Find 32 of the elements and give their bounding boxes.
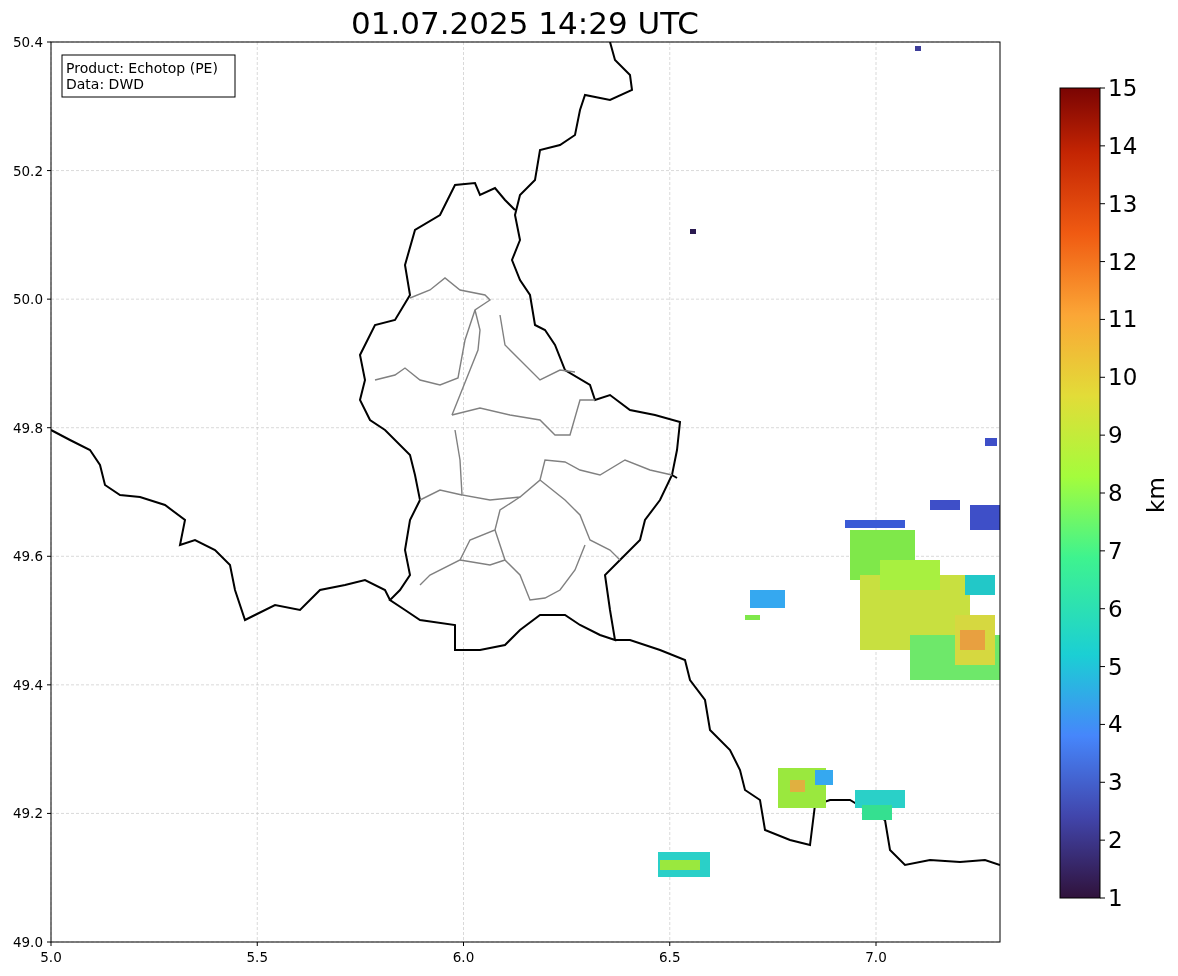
x-tick-label: 6.5 — [659, 949, 681, 965]
y-tick-label: 50.4 — [12, 34, 43, 50]
y-tick-label: 50.2 — [12, 162, 43, 179]
colorbar-tick-label: 11 — [1108, 306, 1138, 333]
x-tick-label: 6.0 — [452, 949, 475, 965]
info-text: Data: DWD — [66, 76, 144, 92]
colorbar-tick-label: 7 — [1108, 537, 1123, 564]
colorbar-tick-label: 3 — [1108, 769, 1123, 796]
chart-title: 01.07.2025 14:29 UTC — [351, 5, 699, 41]
info-text: Product: Echotop (PE) — [66, 60, 218, 76]
x-tick-label: 5.5 — [246, 949, 268, 965]
y-tick-label: 49.8 — [12, 419, 43, 436]
colorbar-tick-label: 6 — [1108, 595, 1123, 622]
y-tick-label: 49.4 — [12, 676, 43, 693]
colorbar-tick-label: 15 — [1108, 75, 1138, 101]
colorbar-tick-label: 2 — [1108, 827, 1123, 854]
colorbar-tick-label: 9 — [1108, 422, 1123, 449]
x-tick-label: 5.0 — [40, 949, 62, 965]
colorbar-tick-label: 14 — [1108, 132, 1138, 159]
y-tick-label: 49.2 — [12, 805, 43, 822]
colorbar-label: km — [1143, 477, 1169, 513]
colorbar-tick-label: 8 — [1108, 480, 1123, 506]
colorbar-tick-label: 10 — [1108, 364, 1138, 391]
colorbar-tick-label: 1 — [1108, 885, 1123, 911]
y-tick-label: 49.0 — [12, 934, 43, 950]
y-tick-label: 50.0 — [12, 291, 43, 308]
colorbar-tick-label: 13 — [1108, 190, 1138, 217]
x-tick-label: 7.0 — [865, 949, 887, 965]
colorbar-tick-label: 12 — [1108, 248, 1138, 275]
colorbar-tick-label: 4 — [1108, 711, 1123, 738]
colorbar-tick-label: 5 — [1108, 653, 1123, 680]
y-tick-label: 49.6 — [12, 548, 43, 565]
